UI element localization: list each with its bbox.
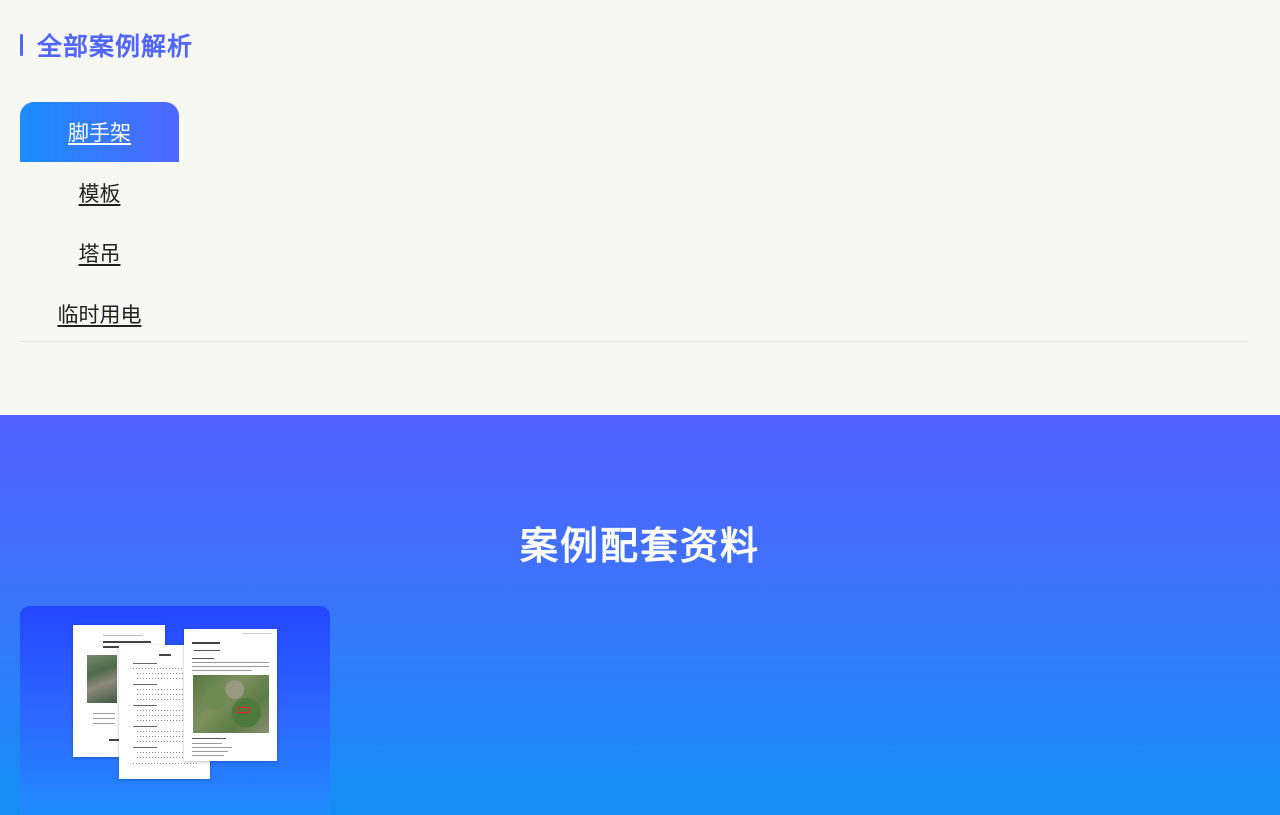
category-tab-temporary-power[interactable]: 临时用电: [20, 284, 179, 344]
material-card[interactable]: [20, 606, 330, 815]
category-tab-label[interactable]: 临时用电: [58, 299, 142, 329]
case-analysis-section: 全部案例解析 脚手架 模板 塔吊 临时用电: [0, 0, 1280, 415]
category-tab-label[interactable]: 模板: [79, 178, 121, 208]
document-body-page: [184, 629, 277, 761]
category-tab-list: 脚手架 模板 塔吊 临时用电: [20, 102, 179, 344]
section-divider: [20, 341, 1248, 342]
heading-accent-bar: [20, 34, 23, 56]
case-materials-section: 案例配套资料: [0, 415, 1280, 815]
materials-section-title: 案例配套资料: [519, 524, 760, 568]
category-tab-tower-crane[interactable]: 塔吊: [20, 223, 179, 283]
category-tab-label[interactable]: 塔吊: [79, 238, 121, 268]
site-map-image: [193, 675, 269, 733]
category-tab-label[interactable]: 脚手架: [68, 117, 131, 147]
category-tab-formwork[interactable]: 模板: [20, 163, 179, 223]
section-heading-text: 全部案例解析: [37, 32, 194, 61]
site-marker-icon: [236, 707, 250, 713]
cover-photo-image: [87, 655, 117, 703]
section-heading: 全部案例解析: [20, 28, 193, 62]
category-tab-scaffold[interactable]: 脚手架: [20, 102, 179, 162]
